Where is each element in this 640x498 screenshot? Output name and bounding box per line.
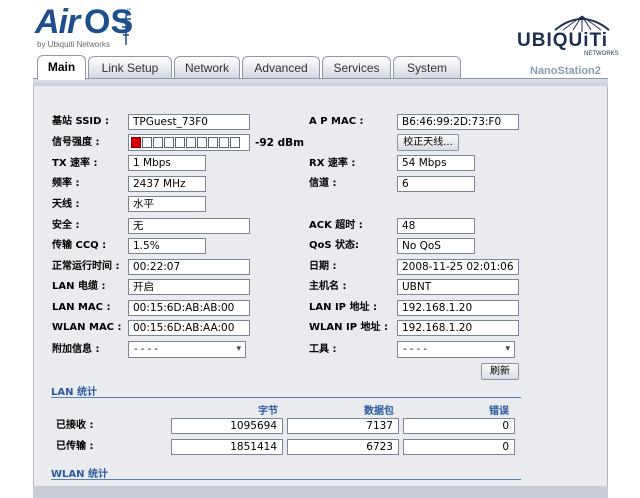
date-value: 2008-11-25 02:01:06 xyxy=(397,259,519,275)
signal-cell xyxy=(197,137,207,148)
col-errors-header: 错误 xyxy=(489,406,509,417)
lan-cable-label: LAN 电缆 : xyxy=(52,281,106,292)
lan-stats-divider xyxy=(51,397,521,398)
tx-bytes-value: 1851414 xyxy=(171,439,283,455)
date-label: 日期 : xyxy=(309,261,337,272)
tx-rate-label: TX 速率 : xyxy=(52,158,98,169)
tools-label: 工具 : xyxy=(309,344,337,355)
refresh-button[interactable]: 刷新 xyxy=(481,363,519,380)
tools-select[interactable]: - - - - ▾ xyxy=(397,341,515,358)
ssid-value: TPGuest_73F0 xyxy=(128,114,250,130)
lan-mac-value: 00:15:6D:AB:AB:00 xyxy=(128,300,250,316)
security-value: 无 xyxy=(128,218,250,234)
signal-cell xyxy=(153,137,163,148)
ack-timeout-value: 48 xyxy=(397,218,475,234)
rx-rate-label: RX 速率 : xyxy=(309,158,356,169)
col-packets-header: 数据包 xyxy=(364,406,394,417)
tab-main[interactable]: Main xyxy=(37,55,86,80)
rx-bytes-value: 1095694 xyxy=(171,418,283,434)
signal-cell xyxy=(186,137,196,148)
wlan-ip-label: WLAN IP 地址 : xyxy=(309,322,389,333)
tools-select-value: - - - - xyxy=(403,344,427,355)
uptime-value: 00:22:07 xyxy=(128,259,250,275)
tab-advanced[interactable]: Advanced xyxy=(242,56,320,78)
frequency-label: 频率 : xyxy=(52,178,80,189)
wlan-stats-divider xyxy=(51,479,521,480)
qos-value: No QoS xyxy=(397,238,475,254)
rx-rate-value: 54 Mbps xyxy=(397,155,475,171)
lan-cable-value: 开启 xyxy=(128,279,250,295)
lan-stats-title: LAN 统计 xyxy=(51,387,97,398)
align-antenna-button[interactable]: 校正天线... xyxy=(397,134,459,151)
rx-packets-value: 7137 xyxy=(287,418,399,434)
lan-ip-value: 192.168.1.20 xyxy=(397,300,519,316)
qos-label: QoS 状态: xyxy=(309,240,360,251)
lan-ip-label: LAN IP 地址 : xyxy=(309,302,377,313)
signal-strength-meter xyxy=(128,134,250,151)
ubiquiti-brand-subtitle: NETWORKS xyxy=(584,51,619,57)
uptime-label: 正常运行时间 : xyxy=(52,261,120,272)
frequency-value: 2437 MHz xyxy=(128,176,206,192)
tx-packets-value: 6723 xyxy=(287,439,399,455)
tx-rate-value: 1 Mbps xyxy=(128,155,206,171)
wlan-stats-title: WLAN 统计 xyxy=(51,469,108,480)
extra-info-label: 附加信息 : xyxy=(52,344,100,355)
ccq-value: 1.5% xyxy=(128,238,206,254)
tab-services[interactable]: Services xyxy=(322,56,391,78)
rx-errors-value: 0 xyxy=(403,418,515,434)
tab-network[interactable]: Network xyxy=(174,56,240,78)
airos-logo-subtitle: by Ubiquiti Networks xyxy=(37,40,110,49)
wlan-ip-value: 192.168.1.20 xyxy=(397,320,519,336)
ssid-label: 基站 SSID : xyxy=(52,116,109,127)
lan-mac-label: LAN MAC : xyxy=(52,302,111,313)
tab-link-setup[interactable]: Link Setup xyxy=(88,56,172,78)
tab-strip-line xyxy=(33,78,608,86)
chevron-down-icon: ▾ xyxy=(505,344,510,354)
extra-info-select[interactable]: - - - - ▾ xyxy=(128,341,246,358)
wlan-mac-label: WLAN MAC : xyxy=(52,322,122,333)
security-label: 安全 : xyxy=(52,220,80,231)
col-bytes-header: 字节 xyxy=(258,406,278,417)
signal-dbm: -92 dBm xyxy=(255,137,305,149)
signal-cell xyxy=(142,137,152,148)
antenna-label: 天线 : xyxy=(52,199,80,210)
signal-cell xyxy=(175,137,185,148)
ccq-label: 传输 CCQ : xyxy=(52,240,107,251)
signal-cell xyxy=(131,137,141,148)
antenna-value: 水平 xyxy=(128,196,206,212)
hostname-value: UBNT xyxy=(397,279,519,295)
channel-label: 信道 : xyxy=(309,178,337,189)
ap-mac-value: B6:46:99:2D:73:F0 xyxy=(397,114,519,130)
tx-errors-value: 0 xyxy=(403,439,515,455)
received-label: 已接收 : xyxy=(56,420,94,431)
chevron-down-icon: ▾ xyxy=(236,344,241,354)
antenna-icon xyxy=(121,15,131,45)
transmitted-label: 已传输 : xyxy=(56,441,94,452)
signal-cell xyxy=(230,137,240,148)
tab-system[interactable]: System xyxy=(393,56,461,78)
extra-info-select-value: - - - - xyxy=(134,344,158,355)
wlan-mac-value: 00:15:6D:AB:AA:00 xyxy=(128,320,250,336)
ubiquiti-brand-logo: UBIQUiTi xyxy=(517,30,609,51)
ack-timeout-label: ACK 超时 : xyxy=(309,220,363,231)
signal-cell xyxy=(164,137,174,148)
hostname-label: 主机名 : xyxy=(309,281,347,292)
ap-mac-label: A P MAC : xyxy=(309,116,364,127)
signal-cell xyxy=(219,137,229,148)
signal-label: 信号强度 : xyxy=(52,137,100,148)
airos-logo-air: Air xyxy=(35,3,80,41)
channel-value: 6 xyxy=(397,176,475,192)
device-model: NanoStation2 xyxy=(530,65,601,77)
signal-cell xyxy=(208,137,218,148)
